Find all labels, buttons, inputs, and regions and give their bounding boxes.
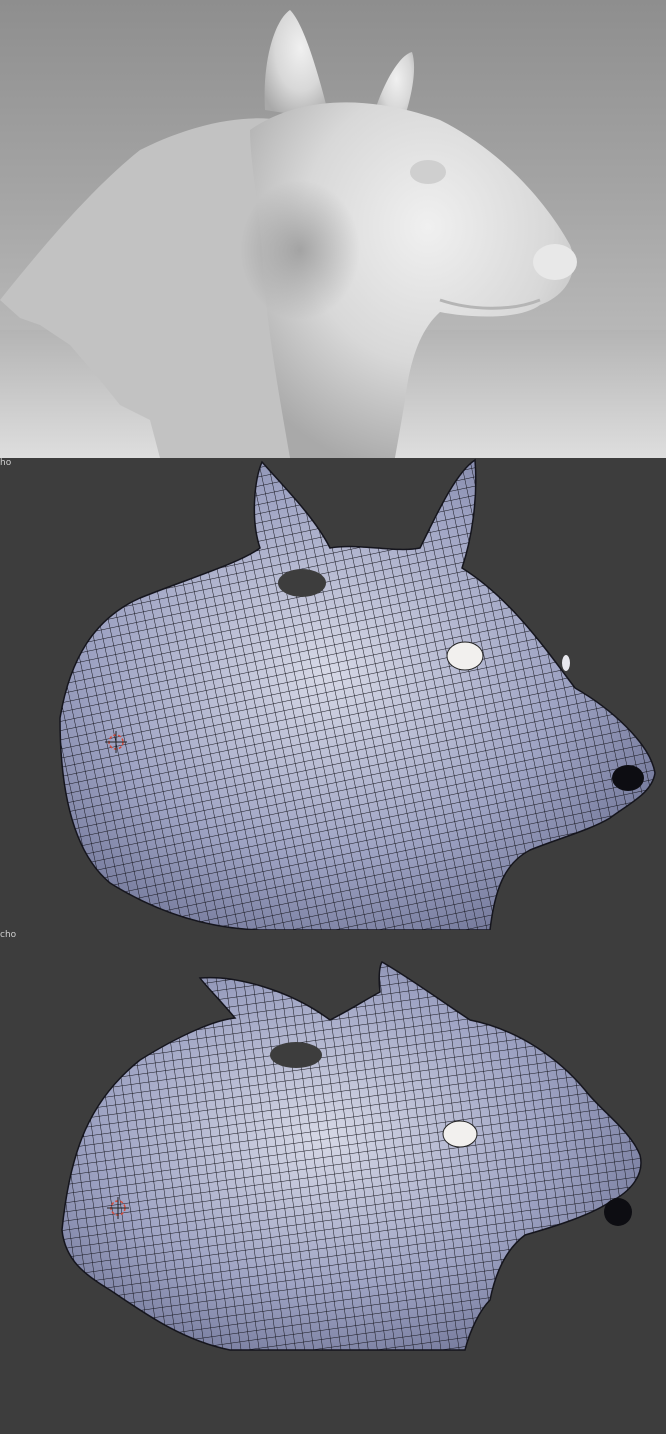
clay-ear-left [264, 10, 330, 120]
ear-cutout-2 [270, 1042, 322, 1068]
eye-highlight-2 [442, 1120, 478, 1148]
eye-far-1 [562, 655, 570, 671]
viewport-label: ho [0, 458, 12, 468]
clay-eye-socket [410, 160, 446, 184]
viewport-label: cho [0, 930, 17, 940]
clay-wolf-render [0, 10, 666, 458]
viewport-wireframe-1[interactable]: ho [0, 458, 666, 930]
ear-cutout-1 [278, 569, 326, 597]
wireframe-wolf-head-2 [61, 961, 642, 1351]
nose-2 [604, 1198, 632, 1226]
render-preview [0, 0, 666, 458]
clay-nose [533, 244, 577, 280]
nose-1 [612, 765, 644, 791]
wireframe-wolf-head-1 [59, 459, 656, 930]
clay-shadow [240, 180, 360, 320]
eye-highlight-1 [446, 641, 484, 671]
viewport-wireframe-2[interactable]: cho [0, 930, 666, 1434]
